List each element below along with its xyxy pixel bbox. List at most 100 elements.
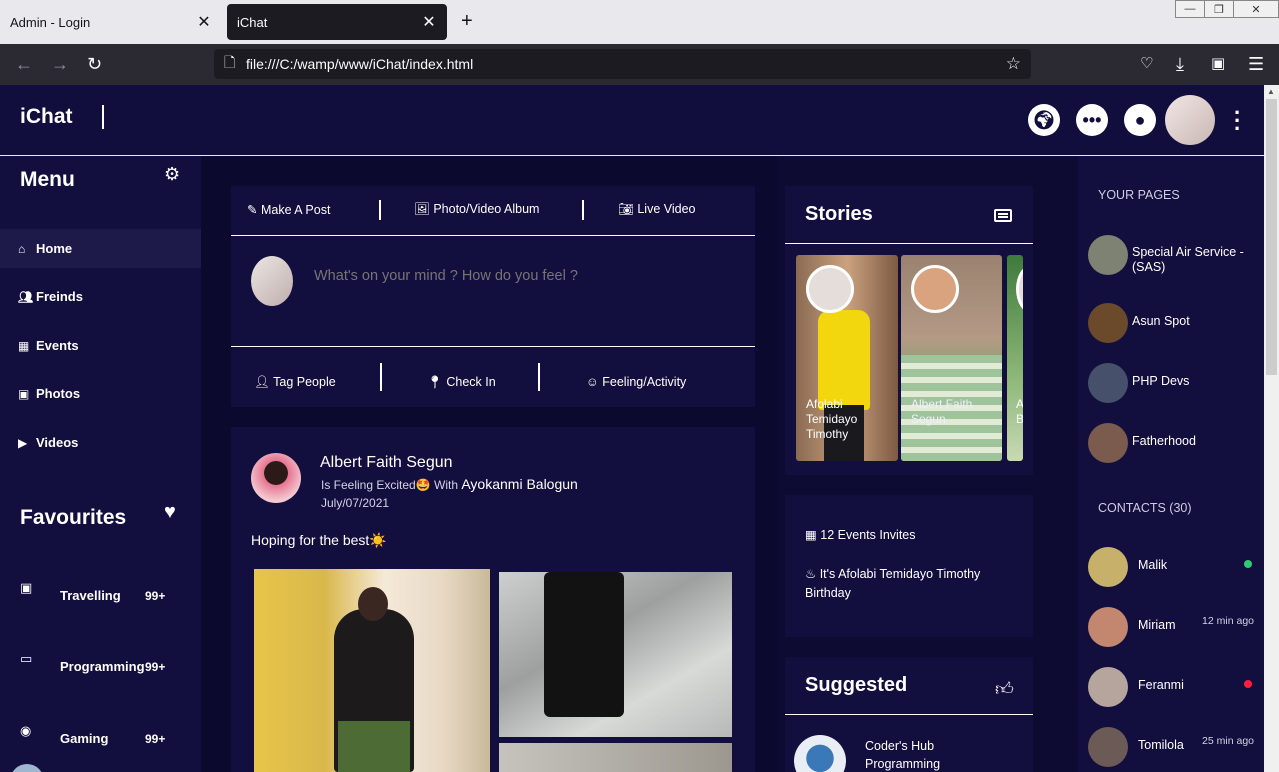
avatar[interactable] — [794, 735, 846, 772]
sidebar-item-label: Videos — [36, 435, 79, 450]
page-scrollbar[interactable]: ▲ — [1264, 85, 1279, 772]
divider — [785, 714, 1033, 715]
suggested-title: Suggested — [805, 674, 908, 696]
page-item[interactable]: Fatherhood — [1078, 423, 1264, 467]
favourite-count: 99+ — [145, 660, 166, 674]
avatar[interactable] — [1165, 95, 1215, 145]
sidebar-item-home[interactable]: ⌂ Home — [0, 229, 201, 268]
thumbs-up-icon[interactable]: 👍︎ — [995, 678, 1014, 700]
option-label: Make A Post — [260, 203, 331, 217]
post-author[interactable]: Albert Faith Segun — [320, 454, 453, 472]
avatar — [1088, 235, 1128, 275]
events-invites[interactable]: ▦ 12 Events Invites — [805, 527, 916, 542]
favourite-item-gaming[interactable]: ◉ Gaming 99+ — [0, 723, 201, 753]
your-pages-title: YOUR PAGES — [1098, 188, 1180, 202]
post-photo[interactable] — [499, 572, 732, 737]
restore-icon[interactable]: ❐ — [1204, 0, 1234, 18]
tagged-user[interactable]: Ayokanmi Balogun — [461, 476, 577, 492]
list-icon[interactable] — [994, 209, 1012, 222]
new-tab-button[interactable]: + — [461, 10, 473, 33]
suggested-name[interactable]: Coder's Hub — [865, 739, 934, 753]
story-name: Albert Faith Segun — [911, 397, 973, 426]
suggested-category: Programming — [865, 757, 941, 771]
download-icon[interactable]: ⤓ — [1176, 54, 1184, 75]
scrollbar-thumb[interactable] — [1266, 99, 1277, 375]
avatar — [1088, 667, 1128, 707]
post-photo[interactable] — [254, 569, 490, 772]
reload-icon[interactable]: ↻ — [87, 54, 102, 75]
photo-video-album-button[interactable]: 🖼︎ Photo/Video Album — [414, 202, 539, 217]
favourites-title: Favourites — [20, 506, 127, 529]
favourite-item-travelling[interactable]: ▣ Travelling 99+ — [0, 580, 201, 610]
status-input[interactable] — [314, 268, 734, 284]
favourite-count: 99+ — [145, 589, 166, 603]
browser-tab-admin-login[interactable]: Admin - Login ✕ — [0, 4, 222, 40]
live-video-button[interactable]: 📷︎ Live Video — [618, 202, 696, 217]
browser-tab-ichat[interactable]: iChat ✕ — [227, 4, 447, 40]
story-card[interactable]: A B — [1007, 255, 1023, 461]
avatar[interactable] — [10, 764, 44, 772]
page-name: Fatherhood — [1132, 434, 1196, 448]
online-status-dot — [1244, 560, 1252, 568]
check-in-button[interactable]: 📍︎ Check In — [427, 375, 496, 390]
sidebar-item-label: Events — [36, 338, 79, 353]
action-label: Tag People — [273, 375, 336, 389]
make-post-button[interactable]: ✎ Make A Post — [247, 202, 330, 217]
avatar — [1088, 363, 1128, 403]
user-circle-icon[interactable]: ● — [1124, 104, 1156, 136]
post-composer: ✎ Make A Post 🖼︎ Photo/Video Album 📷︎ Li… — [231, 186, 755, 407]
tag-people-button[interactable]: 👤︎ Tag People — [254, 375, 336, 390]
menu-title: Menu — [20, 168, 75, 191]
favourite-item-programming[interactable]: ▭ Programming 99+ — [0, 651, 201, 681]
avatar[interactable] — [251, 453, 301, 503]
post-feeling: Is Feeling Excited🤩 With Ayokanmi Balogu… — [321, 476, 578, 492]
page-item[interactable]: PHP Devs — [1078, 363, 1264, 407]
contact-item[interactable]: Miriam 12 min ago — [1078, 607, 1264, 651]
option-label: Photo/Video Album — [433, 202, 540, 216]
sidebar-item-friends[interactable]: 👥︎ Freinds — [0, 277, 201, 316]
home-icon: ⌂ — [18, 241, 26, 256]
birthday-notice[interactable]: ♨ It's Afolabi Temidayo Timothy Birthday — [805, 565, 1015, 603]
avatar — [806, 265, 854, 313]
contact-item[interactable]: Feranmi — [1078, 667, 1264, 711]
url-bar[interactable]: 🗋 file:///C:/wamp/www/iChat/index.html ☆ — [214, 49, 1031, 79]
suggested-panel: Suggested 👍︎ Coder's Hub Programming — [785, 657, 1033, 772]
avatar — [251, 256, 293, 306]
sidebar-item-photos[interactable]: ▣ Photos — [0, 374, 201, 413]
birthday-text: It's Afolabi Temidayo Timothy Birthday — [805, 567, 981, 600]
scroll-up-icon[interactable]: ▲ — [1267, 87, 1275, 96]
brand-logo[interactable]: iChat — [20, 105, 73, 129]
story-card[interactable]: Albert Faith Segun — [901, 255, 1002, 461]
hamburger-menu-icon[interactable]: ☰ — [1248, 54, 1264, 75]
back-icon[interactable]: ← — [15, 54, 33, 75]
window-close-icon[interactable]: ✕ — [1233, 0, 1279, 18]
pocket-icon[interactable]: ♡ — [1140, 54, 1153, 72]
favourite-label: Programming — [60, 659, 145, 674]
sidebar-item-events[interactable]: ▦ Events — [0, 326, 201, 365]
globe-icon[interactable]: 🌍︎ — [1028, 104, 1060, 136]
contact-item[interactable]: Malik — [1078, 547, 1264, 591]
page-item[interactable]: Asun Spot — [1078, 303, 1264, 347]
avatar — [1088, 607, 1128, 647]
more-options-icon[interactable]: · · · — [1234, 102, 1241, 140]
calendar-icon: ▦ — [18, 338, 30, 353]
extension-icon[interactable]: ▣ — [1211, 54, 1225, 72]
contact-name: Malik — [1138, 558, 1168, 572]
close-icon[interactable]: ✕ — [421, 12, 437, 32]
contact-name: Feranmi — [1138, 678, 1184, 692]
sidebar-item-videos[interactable]: ▶ Videos — [0, 423, 201, 462]
gear-icon[interactable]: ⚙ — [164, 164, 180, 185]
heart-icon[interactable]: ♥ — [164, 501, 176, 524]
minimize-icon[interactable]: — — [1175, 0, 1205, 18]
close-icon[interactable]: ✕ — [196, 12, 212, 32]
bookmark-star-icon[interactable]: ☆ — [1006, 54, 1021, 74]
post-photo[interactable] — [499, 743, 732, 772]
chat-bubble-icon[interactable]: ••• — [1076, 104, 1108, 136]
browser-tab-bar: Admin - Login ✕ iChat ✕ + — ❐ ✕ — [0, 0, 1279, 44]
story-card[interactable]: Afolabi Temidayo Timothy — [796, 255, 898, 461]
page-item[interactable]: Special Air Service - (SAS) — [1078, 235, 1264, 279]
forward-icon[interactable]: → — [51, 54, 69, 75]
contact-item[interactable]: Tomilola 25 min ago — [1078, 727, 1264, 771]
feeling-activity-button[interactable]: ☺ Feeling/Activity — [586, 375, 686, 389]
avatar — [1016, 265, 1023, 313]
